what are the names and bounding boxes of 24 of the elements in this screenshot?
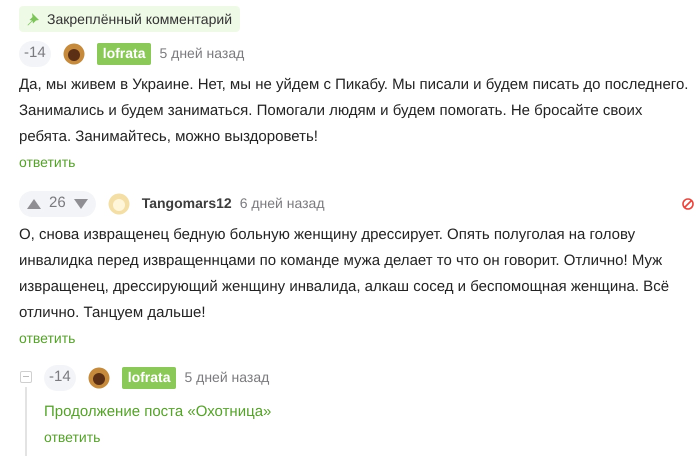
comment-text: О, снова извращенец бедную больную женщину дрессирует. Опять полуголая на голову инвалидка перед извращеннцами по команде мужа делает то что он говорит. Отлично! Муж извращенец, дрессирующий женщину инвалида, алкаш сосед и беспомощная женщина. Всё отлично. Танцуем дальше! — [19, 224, 670, 322]
post-link[interactable]: Продолжение поста «Охотница» — [44, 398, 694, 424]
author-link[interactable]: lofrata — [122, 366, 176, 388]
reply-link[interactable]: ответить — [19, 152, 694, 172]
author-link[interactable]: Tangomars12 — [142, 193, 232, 214]
rating-value: -14 — [44, 364, 76, 390]
pinned-label: Закреплённый комментарий — [47, 10, 232, 29]
pin-icon — [27, 12, 39, 26]
rating-value: 26 — [49, 193, 66, 214]
reply-link[interactable]: ответить — [19, 328, 694, 348]
comment-time: 6 дней назад — [240, 194, 324, 213]
reply-link[interactable]: ответить — [44, 426, 694, 446]
block-icon[interactable] — [682, 198, 694, 210]
comment-text: Да, мы живем в Украине. Нет, мы не уйдем с Пикабу. Мы писали и будем писать до последнего. Занимались и будем заниматься. Помогали людям и будем помогать. Не бросайте своих ребята. Занимайтесь, можно выздороветь! — [19, 74, 690, 146]
comment-time: 5 дней назад — [159, 44, 244, 63]
avatar-icon — [108, 192, 130, 214]
avatar-icon — [62, 42, 85, 64]
collapse-button[interactable] — [20, 370, 32, 382]
downvote-icon[interactable] — [74, 198, 88, 208]
rating-value: -14 — [19, 40, 51, 66]
comment-time: 5 дней назад — [184, 368, 270, 387]
upvote-icon[interactable] — [27, 198, 41, 208]
author-link[interactable]: lofrata — [96, 42, 152, 64]
avatar-icon — [88, 366, 110, 388]
